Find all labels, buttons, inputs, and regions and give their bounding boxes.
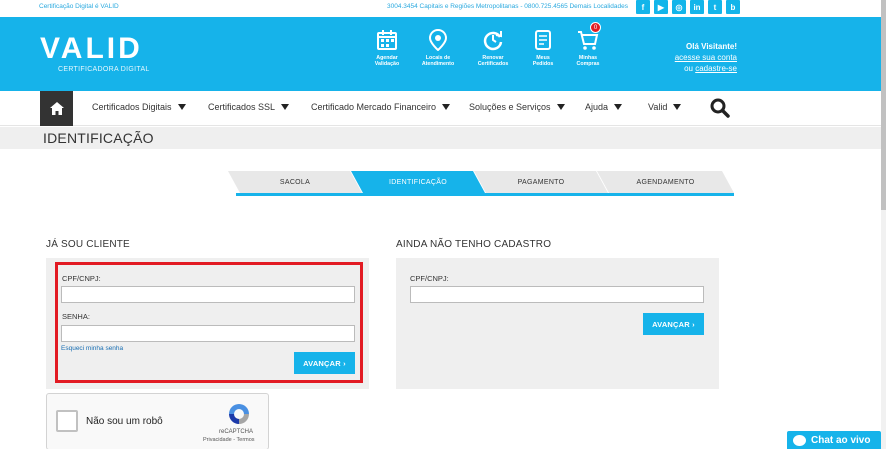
login-link[interactable]: acesse sua conta xyxy=(675,53,737,62)
recaptcha-terms[interactable]: Privacidade - Termos xyxy=(203,437,255,443)
recaptcha-widget: Não sou um robô reCAPTCHA Privacidade - … xyxy=(46,393,269,449)
blog-icon[interactable]: b xyxy=(726,0,740,14)
live-chat-label: Chat ao vivo xyxy=(811,434,871,446)
nav-item-mercado-financeiro[interactable]: Certificado Mercado Financeiro xyxy=(311,102,451,112)
step-underline xyxy=(236,193,362,196)
calendar-icon xyxy=(377,30,397,50)
greeting: Olá Visitante! xyxy=(686,42,737,51)
nav-item-certificados-ssl[interactable]: Certificados SSL xyxy=(208,102,290,112)
step-pagamento: PAGAMENTO xyxy=(474,171,608,196)
register-section-title: AINDA NÃO TENHO CADASTRO xyxy=(396,239,552,250)
home-icon xyxy=(49,102,64,115)
logo-subtitle: CERTIFICADORA DIGITAL xyxy=(58,66,150,73)
youtube-icon[interactable]: ▶ xyxy=(654,0,668,14)
step-underline xyxy=(482,193,608,196)
page-title: IDENTIFICAÇÃO xyxy=(43,130,154,146)
login-section-title: JÁ SOU CLIENTE xyxy=(46,239,130,250)
step-underline xyxy=(359,193,485,196)
recaptcha-label: Não sou um robô xyxy=(86,416,163,427)
nav-item-solucoes[interactable]: Soluções e Serviços xyxy=(469,102,565,112)
renew-icon xyxy=(483,31,503,51)
valid-logo[interactable]: VALID xyxy=(40,34,143,64)
site-header: VALID CERTIFICADORA DIGITAL Agendar Valid… xyxy=(0,17,886,91)
twitter-icon[interactable]: t xyxy=(708,0,722,14)
chevron-down-icon xyxy=(673,104,682,110)
recaptcha-logo-icon xyxy=(229,404,249,424)
signup-link[interactable]: cadastre-se xyxy=(695,64,737,73)
chevron-down-icon xyxy=(281,104,290,110)
search-icon xyxy=(710,98,730,118)
schedule-validation-link[interactable]: Agendar Validação xyxy=(365,29,409,67)
page-scrollbar[interactable] xyxy=(881,0,886,449)
scrollbar-thumb[interactable] xyxy=(881,0,886,210)
chevron-down-icon xyxy=(177,104,186,110)
cpf-label: CPF/CNPJ: xyxy=(410,274,449,283)
account-box: Olá Visitante! acesse sua conta ou cadas… xyxy=(675,41,737,74)
top-strip: Certificação Digital é VALID 3004.3454 C… xyxy=(0,0,886,17)
my-orders-link[interactable]: Meus Pedidos xyxy=(521,29,565,67)
register-box: CPF/CNPJ: AVANÇAR › xyxy=(396,258,719,389)
my-purchases-link[interactable]: 0 Minhas Compras xyxy=(566,22,610,67)
instagram-icon[interactable]: ◎ xyxy=(672,0,686,14)
nav-item-ajuda[interactable]: Ajuda xyxy=(585,102,623,112)
nav-item-valid[interactable]: Valid xyxy=(648,102,682,112)
register-submit-button[interactable]: AVANÇAR › xyxy=(643,313,704,335)
chevron-down-icon xyxy=(614,104,623,110)
recaptcha-brand: reCAPTCHA xyxy=(219,429,254,435)
orders-icon xyxy=(535,30,551,50)
facebook-icon[interactable]: f xyxy=(636,0,650,14)
renew-certificates-link[interactable]: Renovar Certificados xyxy=(471,29,515,67)
chat-bubble-icon xyxy=(793,434,806,446)
step-identificacao: IDENTIFICAÇÃO xyxy=(351,171,485,196)
phone-numbers: 3004.3454 Capitais e Regiões Metropolita… xyxy=(387,3,629,10)
service-locations-link[interactable]: Locais de Atendimento xyxy=(416,29,460,67)
cart-count-badge: 0 xyxy=(590,22,601,33)
main-nav: Certificados Digitais Certificados SSL C… xyxy=(0,91,886,126)
highlight-frame xyxy=(55,262,363,383)
chevron-down-icon xyxy=(442,104,451,110)
linkedin-icon[interactable]: in xyxy=(690,0,704,14)
recaptcha-checkbox[interactable] xyxy=(56,410,78,432)
step-sacola: SACOLA xyxy=(228,171,362,196)
chevron-down-icon xyxy=(556,104,565,110)
home-button[interactable] xyxy=(40,91,73,126)
nav-item-certificados-digitais[interactable]: Certificados Digitais xyxy=(92,102,186,112)
step-agendamento: AGENDAMENTO xyxy=(597,171,734,196)
step-underline xyxy=(605,193,734,196)
page-title-band: IDENTIFICAÇÃO xyxy=(0,127,886,149)
or-text: ou xyxy=(684,64,693,73)
search-button[interactable] xyxy=(710,98,730,123)
tagline: Certificação Digital é VALID xyxy=(39,3,119,10)
map-pin-icon xyxy=(428,29,448,51)
register-cpf-input[interactable] xyxy=(410,286,704,303)
live-chat-button[interactable]: Chat ao vivo xyxy=(787,431,881,449)
